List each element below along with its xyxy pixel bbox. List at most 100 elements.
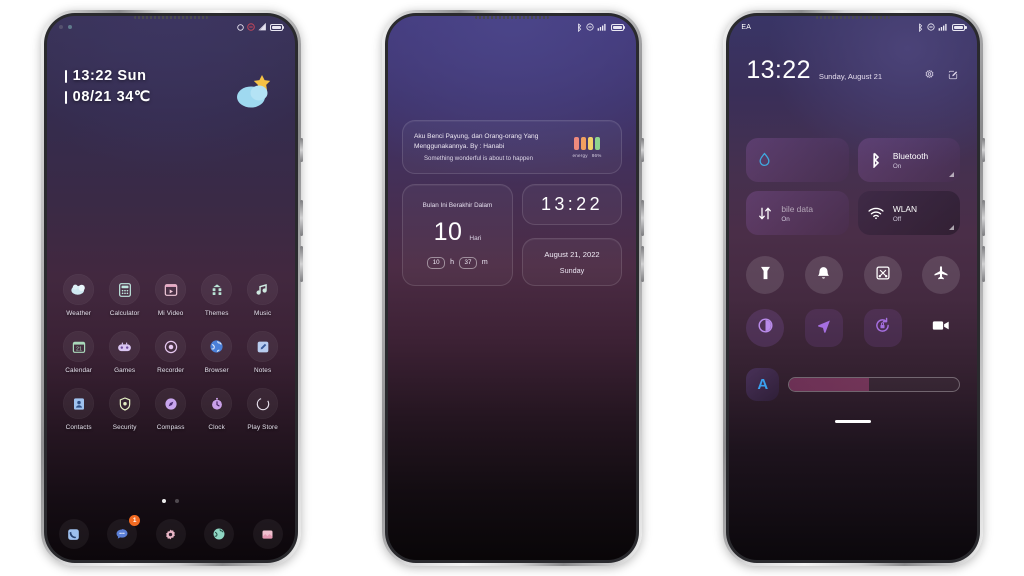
dock-settings-app[interactable] <box>155 519 186 549</box>
brightness-control: A <box>746 368 961 401</box>
volume-up-button[interactable] <box>982 200 986 236</box>
app-compass[interactable]: Compass <box>149 388 193 431</box>
game-controller-icon <box>109 331 141 362</box>
app-grid: Weather Calculator Mi Video Themes Music… <box>57 274 285 445</box>
app-notes[interactable]: Notes <box>241 331 285 374</box>
play-store-icon <box>247 388 279 419</box>
volume-up-button[interactable] <box>640 200 644 236</box>
edit-pencil-icon[interactable] <box>945 67 960 82</box>
quote-text-block: Aku Benci Payung, dan Orang-orang Yang M… <box>414 132 564 162</box>
app-label: Calculator <box>109 310 140 317</box>
countdown-widget[interactable]: Bulan Ini Berakhir Dalam 10 Hari 10 h 37… <box>401 184 513 286</box>
app-mi-video[interactable]: Mi Video <box>149 274 193 317</box>
shield-icon <box>109 388 141 419</box>
dnd-icon <box>927 23 935 31</box>
clock-icon <box>201 388 233 419</box>
energy-bar-4 <box>595 136 600 150</box>
side-button-top[interactable] <box>640 138 644 162</box>
energy-label: energy <box>572 152 588 158</box>
app-themes[interactable]: Themes <box>195 274 239 317</box>
clock-weather-widget[interactable]: 13:22 Sun 08/21 34℃ <box>64 68 151 110</box>
bell-icon <box>816 265 831 286</box>
dnd-icon <box>586 23 594 31</box>
tile-expand-corner-icon[interactable] <box>949 225 955 230</box>
phone-control-center: EA 13:22 Sunday, August 21 Bluetooth On … <box>723 10 986 566</box>
app-label: Contacts <box>65 424 92 431</box>
dock-browser-app[interactable] <box>204 519 235 549</box>
screen-recorder-toggle[interactable] <box>922 309 960 347</box>
ringer-toggle[interactable] <box>804 256 843 294</box>
app-clock[interactable]: Clock <box>195 388 239 431</box>
app-play-store[interactable]: Play Store <box>241 388 285 431</box>
flashlight-icon <box>758 265 773 286</box>
page-dot[interactable] <box>175 499 180 503</box>
dark-mode-toggle[interactable] <box>746 309 785 347</box>
side-button-top[interactable] <box>299 138 303 162</box>
airplane-toggle[interactable] <box>922 256 961 294</box>
volume-down-button[interactable] <box>299 246 303 282</box>
side-button-top[interactable] <box>982 138 986 162</box>
panel-time: 13:22 <box>746 56 811 84</box>
screenshot-icon <box>875 265 891 286</box>
calendar-icon: 21 <box>63 331 95 362</box>
app-label: Security <box>112 424 137 431</box>
screenshot-toggle[interactable] <box>863 256 902 294</box>
date-widget[interactable]: August 21, 2022 Sunday <box>521 238 622 286</box>
auto-brightness-button[interactable]: A <box>746 368 780 401</box>
app-security[interactable]: Security <box>103 388 147 431</box>
dock-gallery-app[interactable] <box>252 519 283 549</box>
notes-pencil-icon <box>247 331 279 362</box>
app-label: Themes <box>204 310 229 317</box>
earpiece-speaker <box>474 16 549 19</box>
water-drop-icon <box>756 152 773 169</box>
video-camera-icon <box>932 319 950 337</box>
home-indicator-bar[interactable] <box>835 420 872 423</box>
dock-phone-app[interactable] <box>58 519 89 549</box>
volume-down-button[interactable] <box>982 246 986 282</box>
app-calendar[interactable]: 21 Calendar <box>57 331 101 374</box>
water-drop-tile[interactable] <box>746 138 849 182</box>
app-contacts[interactable]: Contacts <box>57 388 101 431</box>
accent-bar <box>64 69 67 83</box>
countdown-minutes-unit: m <box>481 259 488 266</box>
app-games[interactable]: Games <box>103 331 147 374</box>
app-recorder[interactable]: Recorder <box>149 331 193 374</box>
dock-messages-app[interactable]: 1 <box>107 515 141 549</box>
status-bar: EA <box>729 16 977 38</box>
gear-icon[interactable] <box>922 67 937 82</box>
location-toggle[interactable] <box>804 309 843 347</box>
app-calculator[interactable]: Calculator <box>103 274 147 317</box>
wlan-tile[interactable]: WLAN Off <box>857 191 961 235</box>
phone-widget-screen: Aku Benci Payung, dan Orang-orang Yang M… <box>381 10 644 566</box>
page-dot-active[interactable] <box>162 499 167 503</box>
page-indicator[interactable] <box>47 499 295 503</box>
app-music[interactable]: Music <box>241 274 285 317</box>
alarm-icon <box>236 23 244 31</box>
earpiece-speaker <box>816 16 891 19</box>
app-weather[interactable]: Weather <box>57 274 101 317</box>
countdown-days-unit: Hari <box>469 234 482 242</box>
recorder-icon <box>155 331 187 362</box>
calculator-icon <box>109 274 141 305</box>
app-label: Mi Video <box>157 310 184 317</box>
earpiece-speaker <box>133 16 208 19</box>
flashlight-toggle[interactable] <box>746 256 785 294</box>
app-browser[interactable]: Browser <box>195 331 239 374</box>
toggle-row-2 <box>746 309 960 347</box>
countdown-hours-value: 10 <box>427 256 446 269</box>
brightness-slider[interactable] <box>788 377 961 392</box>
svg-text:21: 21 <box>76 346 82 352</box>
time-widget[interactable]: 13:22 <box>521 184 622 225</box>
bluetooth-tile[interactable]: Bluetooth On <box>857 138 961 182</box>
sun-behind-cloud-icon <box>231 72 273 108</box>
countdown-minutes-value: 37 <box>459 256 477 269</box>
tile-expand-corner-icon[interactable] <box>949 172 955 177</box>
widget-date-full: August 21, 2022 <box>544 249 600 259</box>
quote-widget[interactable]: Aku Benci Payung, dan Orang-orang Yang M… <box>401 120 622 174</box>
volume-up-button[interactable] <box>299 200 303 236</box>
mobile-data-tile[interactable]: bile data On <box>746 191 849 235</box>
volume-down-button[interactable] <box>640 246 644 282</box>
rotation-lock-toggle[interactable] <box>863 309 902 347</box>
bluetooth-icon <box>576 22 583 32</box>
countdown-time-row: 10 h 37 m <box>427 256 488 269</box>
